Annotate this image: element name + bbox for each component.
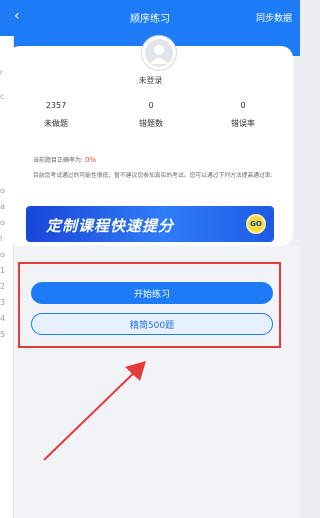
annotation-arrow bbox=[43, 361, 146, 461]
